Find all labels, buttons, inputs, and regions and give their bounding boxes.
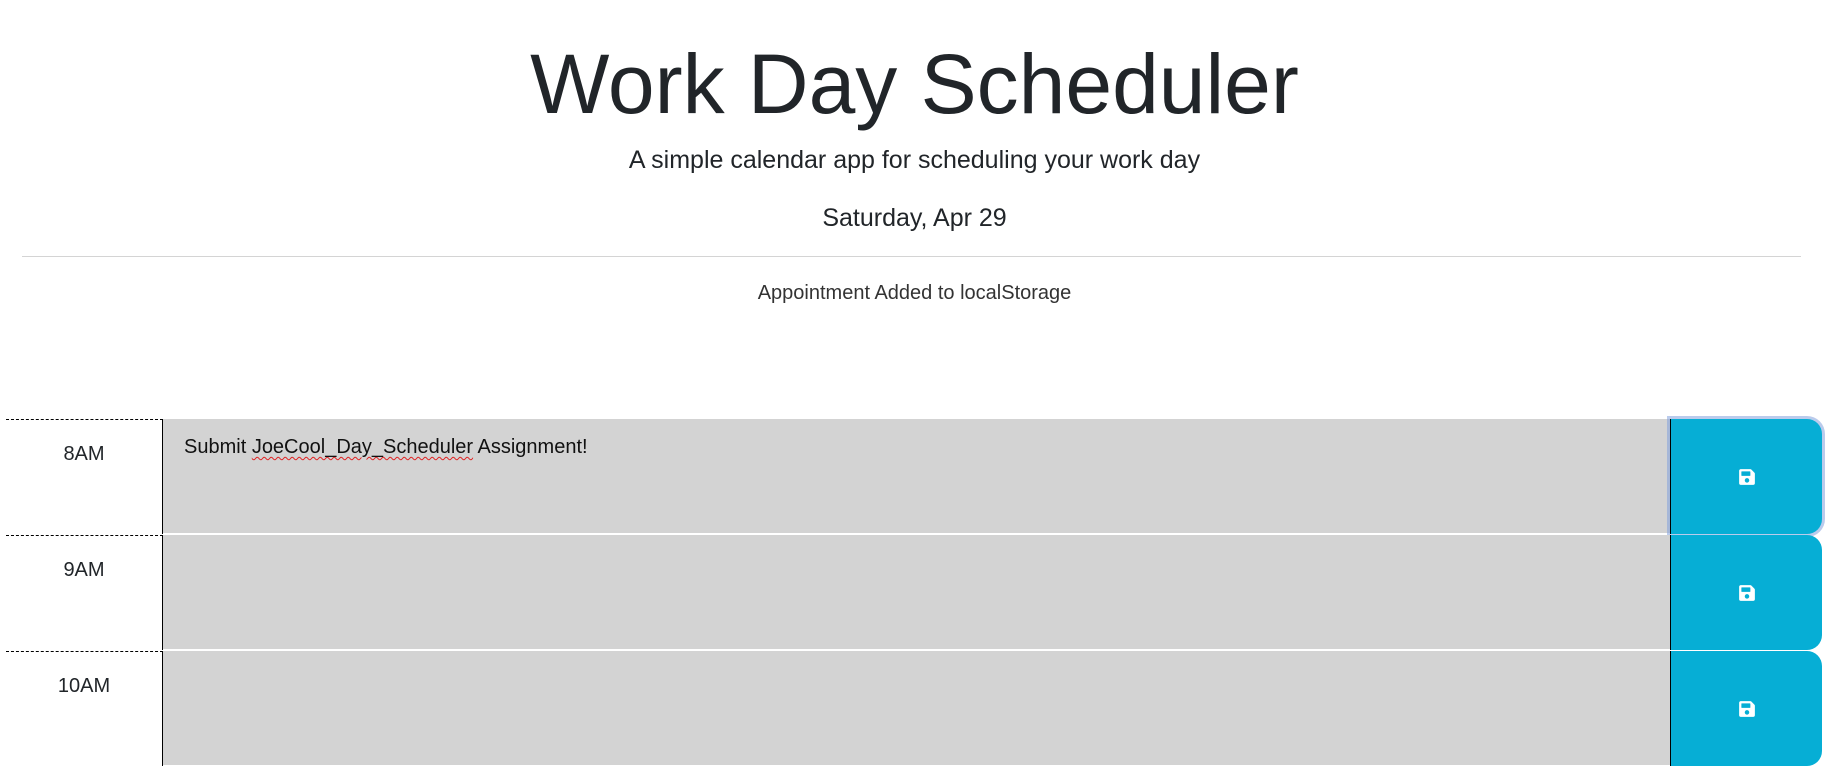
save-button[interactable]	[1670, 535, 1822, 650]
floppy-disk-icon	[1738, 700, 1755, 717]
time-block-10am: 10AM	[0, 651, 1829, 767]
description-input[interactable]	[163, 535, 1670, 650]
floppy-disk-icon	[1738, 584, 1755, 601]
description-text: Assignment!	[473, 436, 588, 458]
hour-label: 9AM	[6, 535, 163, 650]
save-button[interactable]	[1670, 419, 1822, 534]
hour-label: 8AM	[6, 419, 163, 534]
description-input[interactable]	[163, 651, 1670, 766]
header-divider	[22, 256, 1801, 257]
description-input[interactable]: Submit JoeCool_Day_Scheduler Assignment!	[163, 419, 1670, 534]
description-text-misspelled: JoeCool_Day_Scheduler	[251, 436, 474, 458]
time-block-8am: 8AM Submit JoeCool_Day_Scheduler Assignm…	[0, 419, 1829, 535]
page-title: Work Day Scheduler	[530, 37, 1299, 131]
current-day: Saturday, Apr 29	[822, 204, 1007, 232]
page-subtitle: A simple calendar app for scheduling you…	[628, 146, 1201, 174]
schedule-container: 8AM Submit JoeCool_Day_Scheduler Assignm…	[0, 419, 1829, 767]
floppy-disk-icon	[1738, 468, 1755, 485]
time-block-9am: 9AM	[0, 535, 1829, 651]
description-text: Submit	[184, 436, 252, 458]
page-header: Work Day Scheduler A simple calendar app…	[0, 0, 1829, 330]
storage-notice: Appointment Added to localStorage	[757, 282, 1072, 304]
hour-label: 10AM	[6, 651, 163, 766]
save-button[interactable]	[1670, 651, 1822, 766]
